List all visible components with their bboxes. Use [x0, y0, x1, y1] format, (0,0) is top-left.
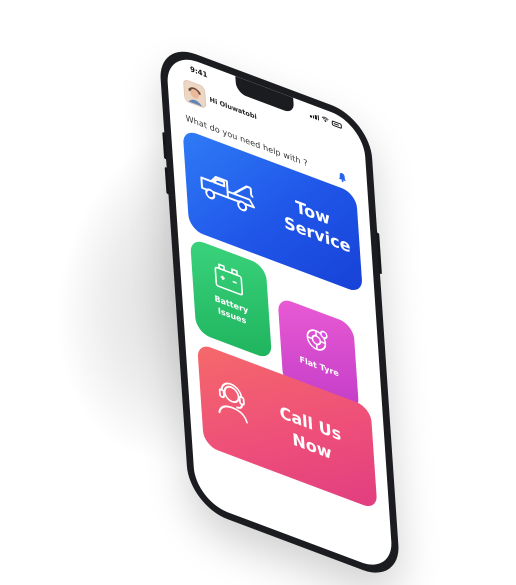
phone-frame: 9:41 Hi Oluwatobi What do you need help …	[158, 40, 402, 585]
battery-issues-label: Battery Issues	[199, 287, 264, 334]
signal-icon	[309, 112, 320, 121]
volume-down-button	[164, 166, 170, 195]
call-us-now-label: Call Us Now	[265, 396, 358, 475]
tyre-icon	[306, 329, 328, 351]
app-screen: 9:41 Hi Oluwatobi What do you need help …	[165, 49, 394, 575]
power-button	[376, 232, 382, 275]
battery-status-icon	[331, 120, 342, 130]
car-battery-icon	[214, 263, 244, 296]
tow-service-label: Tow Service	[282, 192, 351, 257]
avatar[interactable]	[182, 78, 207, 110]
greeting-text: Hi Oluwatobi	[209, 95, 258, 122]
volume-up-button	[162, 131, 168, 160]
bell-icon[interactable]	[337, 170, 348, 184]
headset-agent-icon	[218, 382, 249, 424]
status-time: 9:41	[189, 64, 208, 80]
tow-truck-icon	[200, 175, 255, 212]
status-icons	[309, 111, 342, 130]
wifi-icon	[321, 116, 329, 123]
flat-tyre-label: Flat Tyre	[299, 354, 340, 379]
